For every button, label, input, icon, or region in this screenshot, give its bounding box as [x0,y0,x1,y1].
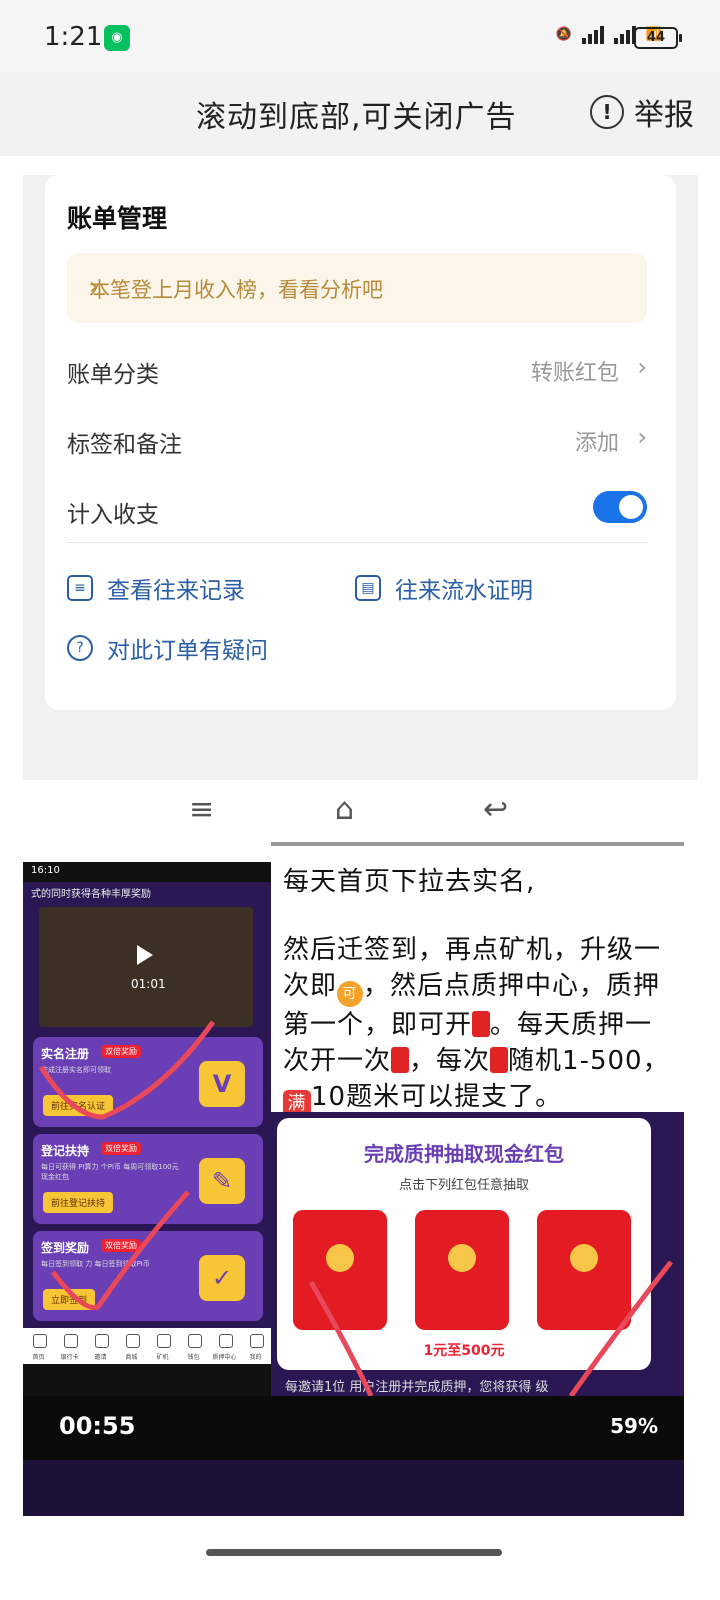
bill-heading: 账单管理 [67,204,168,233]
bill-card: 账单管理 本笔登上月收入榜，看看分析吧 › 账单分类 转账红包 › 标签和备注 … [45,175,676,710]
signal-icon [581,24,604,44]
status-time: 1:21 [44,22,103,52]
row-value: 添加 [574,431,619,456]
instruction-text: 每天首页下拉去实名, 然后迁签到，再点矿机，升级一次即可，然后点质押中心，质押第… [271,842,684,1118]
income-tip-banner[interactable]: 本笔登上月收入榜，看看分析吧 › [67,253,647,323]
document-icon: ▤ [355,575,381,601]
mute-bell-icon: 🔕 [555,26,572,42]
text-segment: 10题米可以提支了。 [311,1082,563,1112]
row-value: 转账红包 [530,361,619,386]
battery-icon: 44 [634,27,682,49]
link-label: 查看往来记录 [107,578,245,604]
view-history-link[interactable]: ≡ 查看往来记录 [67,571,245,605]
row-label: 账单分类 [67,362,159,388]
dark-status-time: 00:55 [59,1412,136,1440]
count-income-toggle[interactable] [593,491,647,523]
ad-header: 滚动到底部,可关闭广告 ! 举报 [0,72,720,156]
red-check-marks [38,1020,216,1311]
link-label: 往来流水证明 [395,578,533,604]
signal-icon-2 [613,24,636,44]
nav-bar-screenshot: ≡ ⌂ ↩ [23,780,698,842]
menu-icon: ≡ [189,792,215,827]
red-envelope-icon [391,1047,410,1073]
row-count-income: 计入收支 [67,491,647,531]
divider [67,542,647,543]
question-icon: ? [67,635,93,661]
row-label: 标签和备注 [67,432,182,458]
bill-screenshot: 账单管理 本笔登上月收入榜，看看分析吧 › 账单分类 转账红包 › 标签和备注 … [23,175,698,780]
red-packet-screenshot: 完成质押抽取现金红包 点击下列红包任意抽取 1元至500元 每邀请1位 用户注册… [271,1112,684,1396]
flow-proof-link[interactable]: ▤ 往来流水证明 [355,571,533,605]
link-label: 对此订单有疑问 [107,638,268,664]
home-icon: ⌂ [335,792,355,827]
report-label: 举报 [634,98,694,133]
chevron-right-icon: › [637,353,647,381]
ad-title: 滚动到底部,可关闭广告 [196,100,517,135]
search-doc-icon: ≡ [67,575,93,601]
instruction-line-1: 每天首页下拉去实名, [283,867,536,897]
chevron-right-icon: › [637,423,647,451]
instruction-paragraph: 然后迁签到，再点矿机，升级一次即可，然后点质押中心，质押第一个，即可开 。每天质押… [283,932,678,1118]
wechat-icon: ◉ [104,25,130,51]
row-label: 计入收支 [67,502,159,528]
mining-app-screenshot: 16:10 式的同时获得各种丰厚奖励 01:01 实名注册 双倍奖励 完成注册实… [23,862,271,1396]
status-bar: 1:21 ◉ 🔕 📶 44 [0,0,720,72]
row-bill-category[interactable]: 账单分类 转账红包 › [67,351,647,391]
bottom-dark-area [23,1460,684,1516]
report-button[interactable]: ! 举报 [590,90,694,134]
back-icon: ↩ [483,792,509,827]
row-tags-notes[interactable]: 标签和备注 添加 › [67,421,647,461]
red-envelope-icon [472,1011,491,1037]
red-envelope-icon [490,1047,509,1073]
text-segment: 随机1-500， [508,1046,670,1076]
dark-status-battery: 59% [610,1414,658,1438]
dark-status-bar: 00:55 59% [23,1396,684,1460]
chevron-right-icon: › [89,272,99,300]
order-question-link[interactable]: ? 对此订单有疑问 [67,631,268,665]
exclamation-icon: ! [590,95,624,129]
text-segment: ，每次 [409,1046,491,1076]
coin-emoji-icon: 可 [337,981,364,1007]
red-check-marks [308,1260,673,1396]
gesture-bar[interactable] [206,1549,502,1556]
